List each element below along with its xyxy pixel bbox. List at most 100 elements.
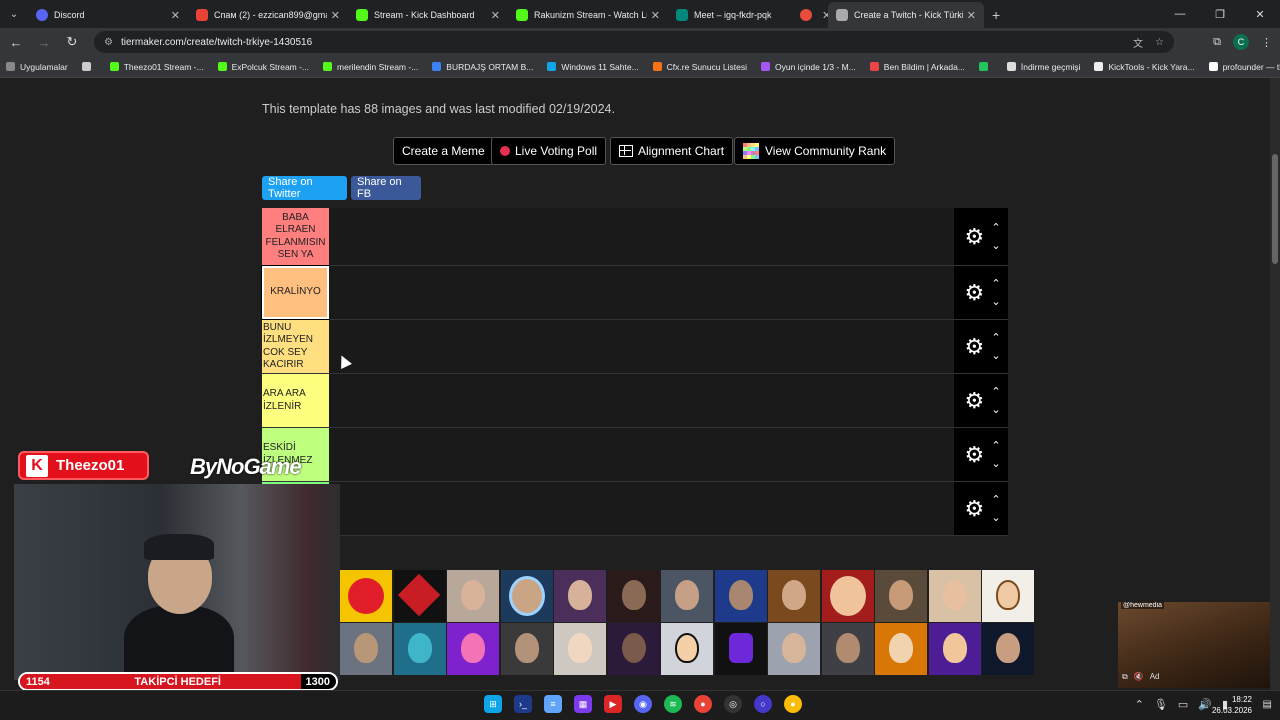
tier-dropzone[interactable] xyxy=(329,208,954,265)
chevron-up-icon[interactable]: ⌃ xyxy=(991,383,1000,401)
app-icon[interactable]: ○ xyxy=(754,695,772,713)
close-icon[interactable]: ✕ xyxy=(331,9,340,22)
streamer-thumbnail[interactable] xyxy=(447,623,499,675)
mute-icon[interactable]: 🔇 xyxy=(1134,672,1144,682)
profile-avatar[interactable]: C xyxy=(1233,34,1249,50)
bookmark-item[interactable]: merilendin Stream -... xyxy=(323,62,418,72)
tab-discord[interactable]: Discord ✕ xyxy=(28,2,188,28)
streamer-thumbnail[interactable] xyxy=(340,623,392,675)
tier-label[interactable]: BUNU İZLMEYEN COK SEY KACIRIR xyxy=(262,320,329,373)
chevron-down-icon[interactable]: ⌄ xyxy=(991,293,1000,311)
bookmark-item[interactable]: BURDAJŞ ORTAM B... xyxy=(432,62,533,72)
chevron-down-icon[interactable]: ⌄ xyxy=(991,237,1000,255)
streamer-thumbnail[interactable] xyxy=(714,623,767,675)
tab-search-icon[interactable]: ⌄ xyxy=(0,0,28,28)
streamer-thumbnail[interactable] xyxy=(500,623,553,675)
tier-label[interactable]: ARA ARA İZLENİR xyxy=(262,374,329,427)
chevron-down-icon[interactable]: ⌄ xyxy=(991,455,1000,473)
tab-tiermaker[interactable]: Create a Twitch - Kick Türkiye T✕ xyxy=(828,2,984,28)
close-icon[interactable]: ✕ xyxy=(967,9,976,22)
volume-icon[interactable]: 🔊 xyxy=(1198,698,1212,711)
streamer-thumbnail[interactable] xyxy=(982,623,1034,675)
streamer-thumbnail[interactable] xyxy=(340,570,392,622)
spotify-icon[interactable]: ≋ xyxy=(664,695,682,713)
gear-icon[interactable]: ⚙ xyxy=(961,389,987,412)
share-fb-button[interactable]: Share on FB xyxy=(351,176,421,200)
streamer-thumbnail[interactable] xyxy=(554,623,606,675)
streamer-thumbnail[interactable] xyxy=(928,570,981,622)
restore-icon[interactable]: ❐ xyxy=(1200,0,1240,28)
obs-icon[interactable]: ◎ xyxy=(724,695,742,713)
alignment-chart-button[interactable]: Alignment Chart xyxy=(610,137,734,165)
gear-icon[interactable]: ⚙ xyxy=(961,225,987,248)
close-window-icon[interactable]: ✕ xyxy=(1240,0,1280,28)
chevron-down-icon[interactable]: ⌄ xyxy=(991,401,1000,419)
chevron-up-icon[interactable]: ⌃ xyxy=(991,275,1000,293)
bookmark-item[interactable]: Cfx.re Sunucu Listesi xyxy=(652,62,747,72)
community-rank-button[interactable]: View Community Rank xyxy=(734,137,896,165)
streamer-thumbnail[interactable] xyxy=(393,623,446,675)
back-icon[interactable]: ← xyxy=(4,35,28,50)
monitor-icon[interactable]: ▭ xyxy=(1178,698,1188,711)
chevron-up-icon[interactable]: ⌃ xyxy=(991,219,1000,237)
bookmark-apps[interactable]: Uygulamalar xyxy=(6,62,68,72)
apps-grid-icon[interactable]: ▦ xyxy=(574,695,592,713)
streamer-thumbnail[interactable] xyxy=(714,570,767,622)
bookmark-star-icon[interactable]: ☆ xyxy=(1155,37,1164,48)
tier-dropzone[interactable] xyxy=(329,428,954,481)
streamer-thumbnail[interactable] xyxy=(875,570,927,622)
translate-icon[interactable]: 文 xyxy=(1133,35,1143,50)
streamer-thumbnail[interactable] xyxy=(607,570,660,622)
video-app-icon[interactable]: ▶ xyxy=(604,695,622,713)
microphone-icon[interactable]: 🎙 xyxy=(1154,698,1168,711)
close-icon[interactable]: ✕ xyxy=(171,9,180,22)
menu-icon[interactable]: ⋮ xyxy=(1261,36,1272,49)
forward-icon[interactable]: → xyxy=(32,35,56,50)
streamer-thumbnail[interactable] xyxy=(607,623,660,675)
gear-icon[interactable]: ⚙ xyxy=(961,443,987,466)
tier-dropzone[interactable] xyxy=(329,374,954,427)
bookmark-item[interactable]: Windows 11 Sahte... xyxy=(547,62,639,72)
chevron-up-icon[interactable]: ⌃ xyxy=(991,491,1000,509)
chrome-icon[interactable]: ● xyxy=(784,695,802,713)
tab-meet[interactable]: Meet – igq-fkdr-pqk xyxy=(668,2,792,28)
chevron-up-icon[interactable]: ⌃ xyxy=(991,329,1000,347)
streamer-thumbnail[interactable] xyxy=(661,570,713,622)
address-bar[interactable]: ⚙ tiermaker.com/create/twitch-trkiye-143… xyxy=(94,31,1174,53)
streamer-thumbnail[interactable] xyxy=(393,570,446,622)
streamer-thumbnail[interactable] xyxy=(768,623,820,675)
site-info-icon[interactable]: ⚙ xyxy=(104,37,113,48)
streamer-thumbnail[interactable] xyxy=(928,623,981,675)
bookmark-grid[interactable] xyxy=(81,62,96,71)
notepad-icon[interactable]: ≡ xyxy=(544,695,562,713)
minimize-icon[interactable]: — xyxy=(1160,0,1200,28)
live-voting-button[interactable]: Live Voting Poll xyxy=(491,137,607,165)
gear-icon[interactable]: ⚙ xyxy=(961,335,987,358)
tab-kick-dashboard[interactable]: Stream - Kick Dashboard ✕ xyxy=(348,2,508,28)
discord-icon[interactable]: ◉ xyxy=(634,695,652,713)
terminal-icon[interactable]: ›_ xyxy=(514,695,532,713)
tier-label[interactable]: KRALİNYO xyxy=(261,265,330,320)
tab-gmail[interactable]: Спам (2) - ezzican899@gmail.c✕ xyxy=(188,2,348,28)
tier-dropzone[interactable] xyxy=(329,482,954,535)
streamer-thumbnail[interactable] xyxy=(447,570,499,622)
streamer-thumbnail[interactable] xyxy=(500,570,553,622)
chevron-up-icon[interactable]: ⌃ xyxy=(991,437,1000,455)
chrome-icon[interactable]: ● xyxy=(694,695,712,713)
bookmark-item[interactable]: İndirme geçmişi xyxy=(1006,62,1080,72)
chevron-up-icon[interactable]: ⌃ xyxy=(1135,698,1144,711)
streamer-thumbnail[interactable] xyxy=(821,570,874,622)
streamer-thumbnail[interactable] xyxy=(661,623,713,675)
streamer-thumbnail[interactable] xyxy=(875,623,927,675)
bookmark-item[interactable]: profounder — the b... xyxy=(1208,62,1280,72)
tab-recording[interactable]: ✕ xyxy=(792,2,828,28)
gear-icon[interactable]: ⚙ xyxy=(961,497,987,520)
tier-dropzone[interactable] xyxy=(329,320,954,373)
chevron-down-icon[interactable]: ⌄ xyxy=(991,509,1000,527)
tier-dropzone[interactable] xyxy=(329,266,954,319)
windows-start-icon[interactable]: ⊞ xyxy=(484,695,502,713)
reload-icon[interactable]: ↻ xyxy=(60,34,84,50)
share-twitter-button[interactable]: Share on Twitter xyxy=(262,176,347,200)
notification-icon[interactable]: ▤ xyxy=(1263,699,1272,710)
scrollbar-thumb[interactable] xyxy=(1272,154,1278,264)
